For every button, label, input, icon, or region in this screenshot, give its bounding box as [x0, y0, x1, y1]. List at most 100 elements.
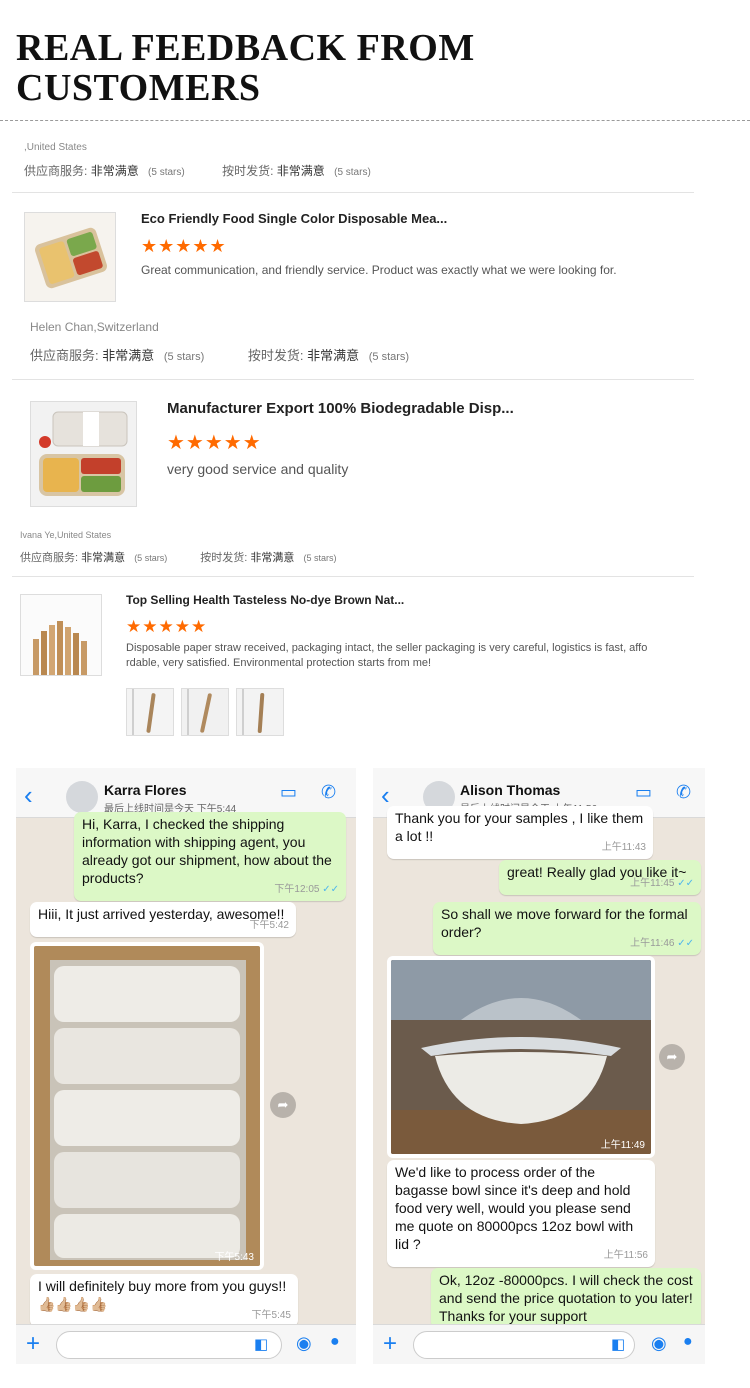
back-icon[interactable]: ‹ [24, 780, 33, 811]
message-bubble: Thank you for your samples , I like them… [387, 806, 653, 859]
review-comment-line: Disposable paper straw received, packagi… [126, 642, 648, 654]
message-time: 上午11:45 ✓✓ [630, 878, 694, 889]
read-receipt-icon: ✓✓ [677, 878, 694, 889]
message-text: Hiii, It just arrived yesterday, awesome… [38, 906, 285, 922]
message-time: 下午5:45 [251, 1310, 291, 1321]
review-photo[interactable] [126, 688, 174, 736]
message-bubble: Hiii, It just arrived yesterday, awesome… [30, 902, 296, 937]
message-input[interactable] [56, 1331, 282, 1359]
product-title[interactable]: Manufacturer Export 100% Biodegradable D… [167, 400, 514, 417]
phone-icon[interactable]: ✆ [676, 782, 691, 803]
rating-stars-text: (5 stars) [368, 351, 410, 363]
rating-row: 供应商服务: 非常满意 (5 stars) 按时发货: 非常满意 (5 star… [24, 162, 371, 179]
product-thumbnail[interactable] [20, 594, 102, 676]
rating-stars-text: (5 stars) [134, 553, 168, 563]
review-comment-line: rdable, very satisfied. Environmental pr… [126, 657, 432, 669]
message-time: 下午5:43 [214, 1252, 254, 1263]
star-rating: ★★★★★ [167, 432, 262, 454]
chat-input-bar: + ◧ ◉ ● [16, 1324, 356, 1364]
message-bubble: Ok, 12oz -80000pcs. I will check the cos… [431, 1268, 701, 1329]
message-bubble: I will definitely buy more from you guys… [30, 1274, 298, 1327]
star-rating: ★★★★★ [141, 236, 227, 256]
rating-label: 供应商服务: [30, 348, 99, 363]
chat-screenshot-karra: ‹ Karra Flores 最后上线时间是今天 下午5:44 ▭ ✆ Hi, … [16, 768, 356, 1364]
video-call-icon[interactable]: ▭ [280, 782, 297, 803]
page-heading: REAL FEEDBACK FROM CUSTOMERS [16, 28, 475, 108]
reviewer-name: ,United States [24, 142, 87, 153]
rating-value: 非常满意 [276, 164, 325, 178]
back-icon[interactable]: ‹ [381, 780, 390, 811]
heading-line-1: REAL FEEDBACK FROM [16, 27, 475, 69]
message-bubble: So shall we move forward for the formal … [433, 902, 701, 955]
sticker-icon[interactable]: ◧ [611, 1335, 625, 1353]
message-text: Hi, Karra, I checked the shipping inform… [82, 816, 332, 886]
review-divider [12, 379, 694, 380]
reviewer-name: Helen Chan,Switzerland [30, 320, 159, 334]
camera-icon[interactable]: ◉ [296, 1333, 312, 1354]
star-rating: ★★★★★ [126, 617, 208, 636]
rating-label: 供应商服务: [20, 552, 79, 564]
message-bubble: great! Really glad you like it~ 上午11:45 … [499, 860, 701, 895]
avatar[interactable] [66, 781, 98, 813]
microphone-icon[interactable]: ● [330, 1333, 340, 1351]
rating-value: 非常满意 [307, 348, 360, 363]
camera-icon[interactable]: ◉ [651, 1333, 667, 1354]
read-receipt-icon: ✓✓ [677, 938, 694, 949]
review-comment: Great communication, and friendly servic… [141, 263, 617, 277]
phone-icon[interactable]: ✆ [321, 782, 336, 803]
rating-value: 非常满意 [90, 164, 139, 178]
rating-label: 供应商服务: [24, 164, 88, 178]
product-thumbnail[interactable] [30, 401, 137, 507]
message-time: 下午5:42 [249, 920, 289, 931]
attach-plus-icon[interactable]: + [383, 1330, 397, 1358]
video-call-icon[interactable]: ▭ [635, 782, 652, 803]
review-photo[interactable] [236, 688, 284, 736]
rating-stars-text: (5 stars) [334, 167, 371, 178]
review-comment: very good service and quality [167, 461, 349, 477]
contact-name[interactable]: Alison Thomas [460, 782, 560, 798]
chat-screenshot-alison: ‹ Alison Thomas 最后上线时间是今天 上午11:56 ▭ ✆ Th… [373, 768, 705, 1364]
rating-value: 非常满意 [102, 348, 155, 363]
message-bubble: We'd like to process order of the bagass… [387, 1160, 655, 1267]
rating-stars-text: (5 stars) [303, 553, 337, 563]
rating-row: 供应商服务: 非常满意 (5 stars) 按时发货: 非常满意 (5 star… [20, 549, 336, 565]
message-time: 上午11:43 [601, 842, 646, 853]
reviewer-name: Ivana Ye,United States [20, 530, 112, 540]
forward-icon[interactable]: ➦ [270, 1092, 296, 1118]
message-time: 上午11:56 [603, 1250, 648, 1261]
message-time: 上午11:46 ✓✓ [630, 938, 694, 949]
rating-stars-text: (5 stars) [148, 167, 185, 178]
attach-plus-icon[interactable]: + [26, 1330, 40, 1358]
review-divider [12, 576, 694, 577]
review-divider [12, 192, 694, 193]
microphone-icon[interactable]: ● [683, 1333, 693, 1351]
rating-row: 供应商服务: 非常满意 (5 stars) 按时发货: 非常满意 (5 star… [30, 345, 409, 364]
rating-value: 非常满意 [250, 552, 295, 564]
sticker-icon[interactable]: ◧ [254, 1335, 268, 1353]
heading-line-2: CUSTOMERS [16, 67, 261, 109]
product-title[interactable]: Eco Friendly Food Single Color Disposabl… [141, 211, 447, 226]
message-text: We'd like to process order of the bagass… [395, 1164, 634, 1252]
product-thumbnail[interactable] [24, 212, 116, 302]
rating-label: 按时发货: [222, 164, 274, 178]
rating-stars-text: (5 stars) [163, 351, 205, 363]
rating-value: 非常满意 [81, 552, 126, 564]
rating-label: 按时发货: [247, 348, 304, 363]
message-bubble: Hi, Karra, I checked the shipping inform… [74, 812, 346, 901]
heading-divider [0, 120, 750, 121]
rating-label: 按时发货: [200, 552, 248, 564]
message-photo[interactable]: 下午5:43 [30, 942, 264, 1270]
forward-icon[interactable]: ➦ [659, 1044, 685, 1070]
message-time: 上午11:49 [600, 1140, 645, 1151]
read-receipt-icon: ✓✓ [322, 884, 339, 895]
chat-input-bar: + ◧ ◉ ● [373, 1324, 705, 1364]
product-title[interactable]: Top Selling Health Tasteless No-dye Brow… [126, 593, 404, 607]
review-photo[interactable] [181, 688, 229, 736]
message-text: Ok, 12oz -80000pcs. I will check the cos… [439, 1272, 693, 1324]
message-input[interactable] [413, 1331, 635, 1359]
contact-name[interactable]: Karra Flores [104, 782, 186, 798]
message-photo[interactable]: 上午11:49 [387, 956, 655, 1158]
message-time: 下午12:05 ✓✓ [274, 884, 339, 895]
message-text: I will definitely buy more from you guys… [38, 1278, 287, 1294]
review-comment: Disposable paper straw received, packagi… [126, 641, 647, 671]
